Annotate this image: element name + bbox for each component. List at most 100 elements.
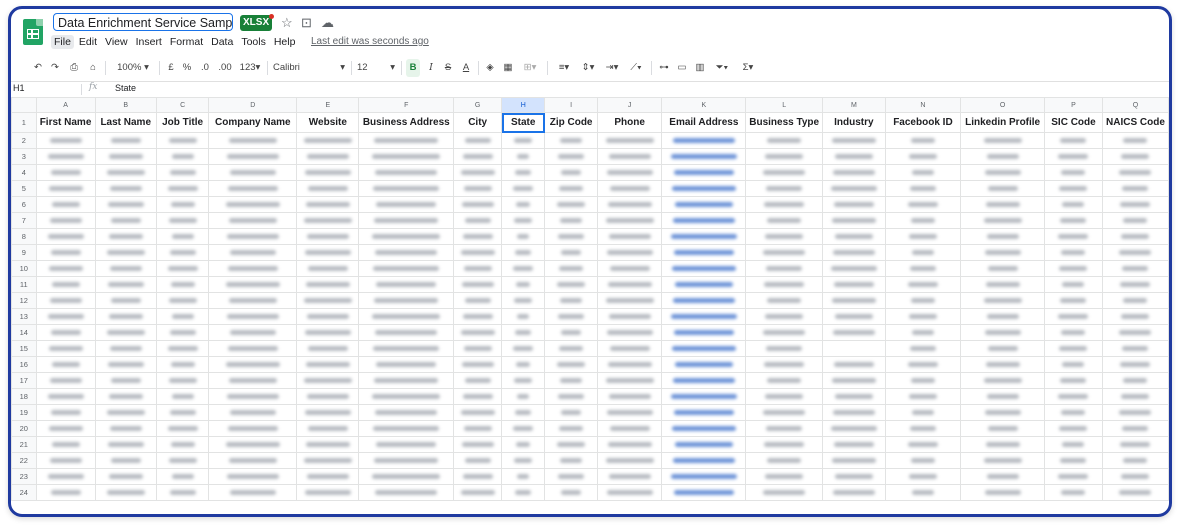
row-number[interactable]: 8 [11,228,37,245]
merge-cells-icon[interactable]: ⊞▾ [519,59,541,77]
table-cell[interactable] [960,388,1045,405]
horizontal-align-icon[interactable]: ≡▾ [553,59,575,77]
table-cell[interactable] [35,292,96,309]
table-cell[interactable] [94,164,157,181]
table-cell[interactable] [208,420,298,437]
table-cell[interactable] [661,324,747,341]
table-cell[interactable] [745,212,824,229]
table-cell[interactable] [296,404,360,421]
table-cell[interactable] [296,468,360,485]
table-cell[interactable] [208,468,298,485]
table-cell[interactable] [94,324,157,341]
table-cell[interactable] [501,180,546,197]
table-cell[interactable] [358,356,455,373]
table-cell[interactable] [596,372,663,389]
table-cell[interactable] [884,164,962,181]
header-cell[interactable]: Industry [822,112,886,133]
table-cell[interactable] [596,292,663,309]
table-cell[interactable] [596,324,663,341]
row-number[interactable]: 19 [11,404,37,421]
text-wrap-icon[interactable]: ⇥▾ [601,59,623,77]
table-cell[interactable] [94,356,157,373]
table-cell[interactable] [208,260,298,277]
table-cell[interactable] [453,436,503,453]
table-cell[interactable] [94,404,157,421]
table-cell[interactable] [35,132,96,149]
table-cell[interactable] [358,388,455,405]
table-cell[interactable] [296,196,360,213]
header-cell[interactable]: State [501,112,546,133]
table-cell[interactable] [822,228,886,245]
table-cell[interactable] [745,292,824,309]
undo-icon[interactable]: ↶ [31,59,45,77]
table-cell[interactable] [208,372,298,389]
table-cell[interactable] [822,388,886,405]
table-cell[interactable] [960,468,1045,485]
table-cell[interactable] [501,404,546,421]
table-cell[interactable] [501,484,546,501]
table-cell[interactable] [1101,228,1169,245]
table-cell[interactable] [745,356,824,373]
table-cell[interactable] [94,484,157,501]
table-cell[interactable] [501,388,546,405]
table-cell[interactable] [745,228,824,245]
table-cell[interactable] [884,212,962,229]
table-cell[interactable] [358,228,455,245]
table-cell[interactable] [745,452,824,469]
table-cell[interactable] [544,436,598,453]
column-header-d[interactable]: D [208,97,298,113]
italic-button[interactable]: I [425,59,437,77]
table-cell[interactable] [155,388,210,405]
table-cell[interactable] [35,468,96,485]
table-cell[interactable] [745,180,824,197]
table-cell[interactable] [453,244,503,261]
table-cell[interactable] [1043,292,1103,309]
table-cell[interactable] [544,356,598,373]
table-cell[interactable] [35,356,96,373]
table-cell[interactable] [296,452,360,469]
column-header-l[interactable]: L [745,97,824,113]
table-cell[interactable] [1043,132,1103,149]
table-cell[interactable] [544,484,598,501]
table-cell[interactable] [296,308,360,325]
row-number[interactable]: 16 [11,356,37,373]
menu-insert[interactable]: Insert [133,35,165,49]
table-cell[interactable] [94,452,157,469]
table-cell[interactable] [94,244,157,261]
table-cell[interactable] [960,372,1045,389]
table-cell[interactable] [1043,452,1103,469]
table-cell[interactable] [358,180,455,197]
table-cell[interactable] [1101,468,1169,485]
table-cell[interactable] [960,244,1045,261]
table-cell[interactable] [960,452,1045,469]
table-cell[interactable] [358,164,455,181]
row-number[interactable]: 4 [11,164,37,181]
table-cell[interactable] [358,276,455,293]
table-cell[interactable] [822,292,886,309]
table-cell[interactable] [596,260,663,277]
table-cell[interactable] [453,372,503,389]
table-cell[interactable] [155,132,210,149]
table-cell[interactable] [745,388,824,405]
table-cell[interactable] [1101,148,1169,165]
column-header-a[interactable]: A [35,97,96,113]
table-cell[interactable] [596,340,663,357]
text-color-button[interactable]: A [459,59,473,77]
table-cell[interactable] [358,260,455,277]
table-cell[interactable] [1043,196,1103,213]
table-cell[interactable] [960,132,1045,149]
table-cell[interactable] [1101,260,1169,277]
table-cell[interactable] [358,324,455,341]
table-cell[interactable] [453,484,503,501]
table-cell[interactable] [884,180,962,197]
table-cell[interactable] [35,244,96,261]
table-cell[interactable] [358,404,455,421]
table-cell[interactable] [661,164,747,181]
row-number[interactable]: 21 [11,436,37,453]
table-cell[interactable] [596,420,663,437]
table-cell[interactable] [745,244,824,261]
table-cell[interactable] [208,180,298,197]
table-cell[interactable] [884,324,962,341]
table-cell[interactable] [1101,212,1169,229]
table-cell[interactable] [745,372,824,389]
